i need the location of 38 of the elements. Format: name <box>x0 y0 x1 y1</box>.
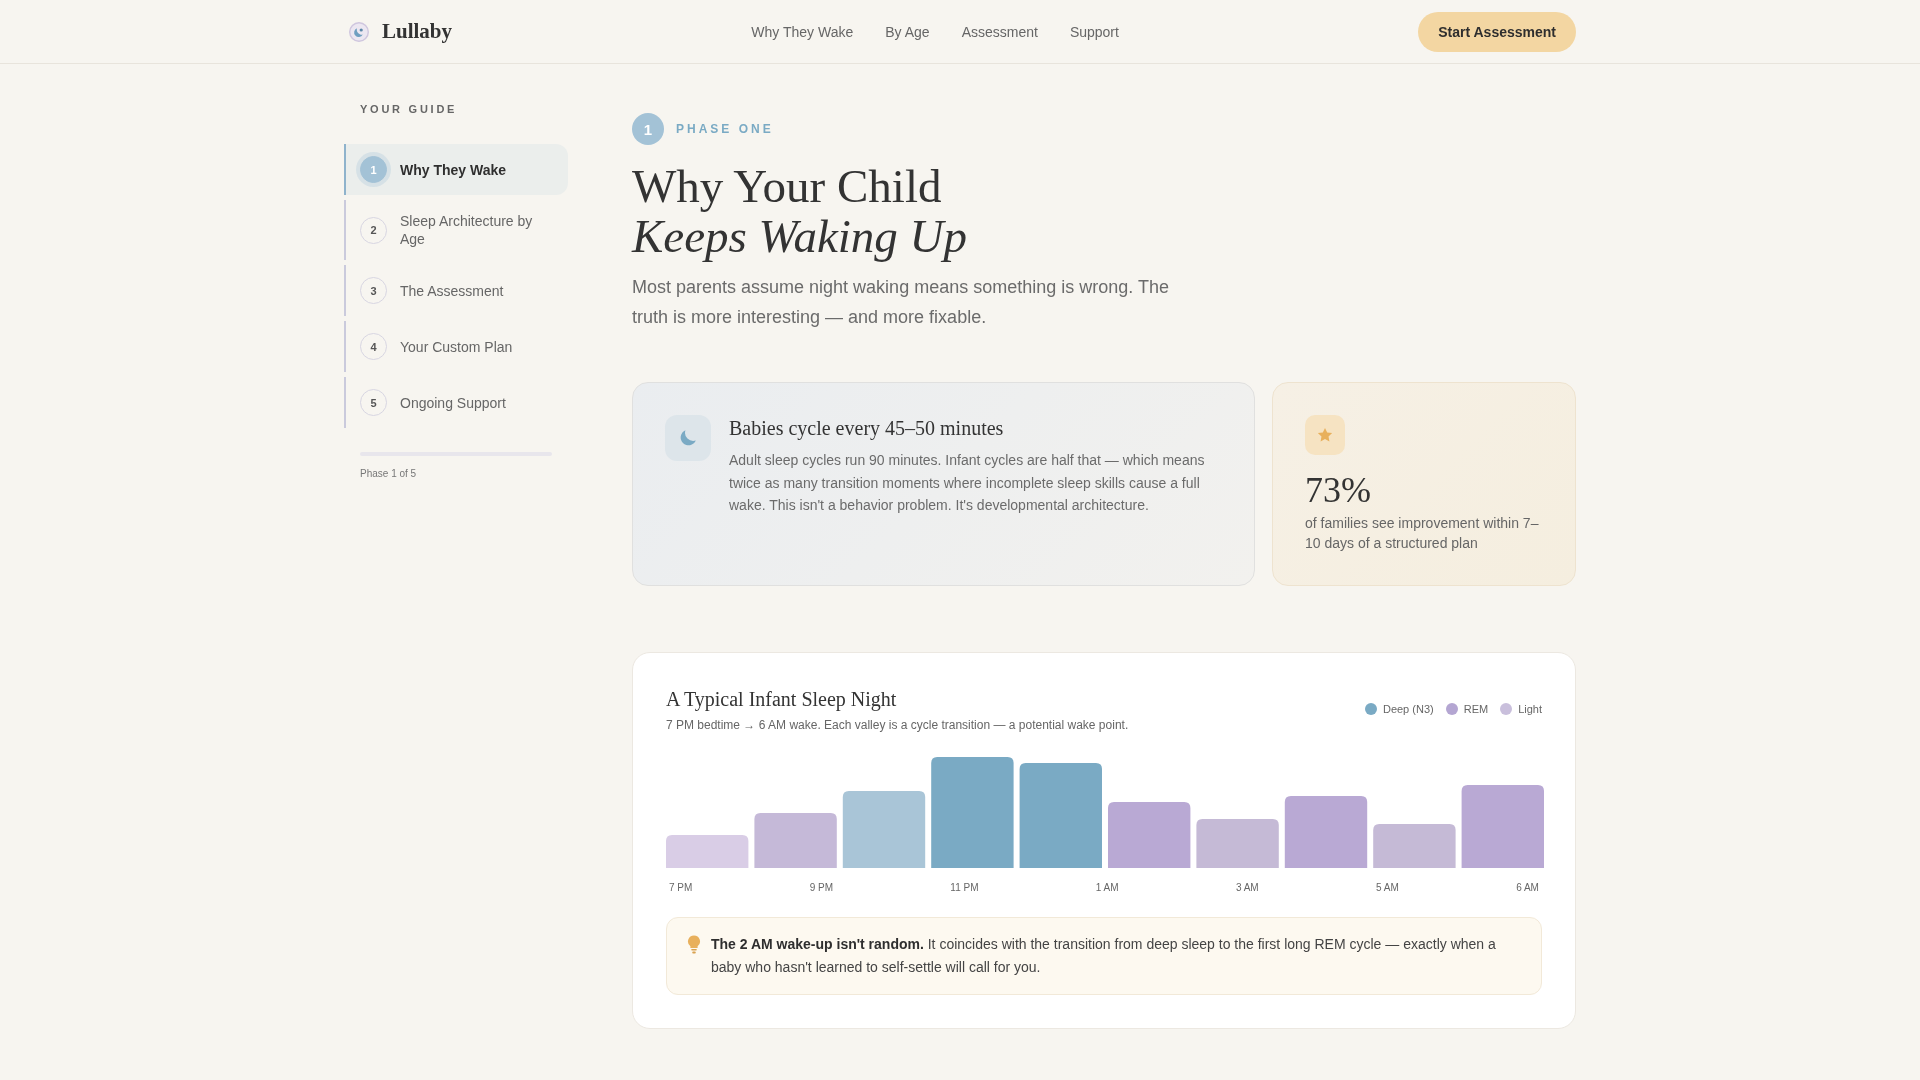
axis-label: 5 AM <box>1376 881 1399 895</box>
nav-link[interactable]: Support <box>1069 23 1119 40</box>
chart-title: A Typical Infant Sleep Night <box>666 687 898 713</box>
progress-label: Phase 1 of 5 <box>360 467 418 480</box>
sidebar-item[interactable]: 5 Ongoing Support <box>344 377 568 428</box>
sidebar-item[interactable]: 1 Why They Wake <box>344 144 568 195</box>
sidebar-heading: YOUR GUIDE <box>359 102 459 116</box>
chart-subtitle: 7 PM bedtime → 6 AM wake. Each valley is a cycle transition — a potential wake point. <box>666 717 1129 733</box>
phase-label: PHASE ONE <box>676 122 774 136</box>
sidebar-item[interactable]: 4 Your Custom Plan <box>344 321 568 372</box>
legend-label: Deep (N3) <box>1382 702 1434 716</box>
fact-title: Babies cycle every 45–50 minutes <box>729 416 1005 441</box>
brand-name[interactable]: Lullaby <box>382 19 453 44</box>
sidebar-item[interactable]: 3 The Assessment <box>344 265 568 316</box>
axis-label: 9 PM <box>809 881 833 895</box>
stat-caption: of families see improvement within 7–10 days of a structured plan <box>1305 514 1540 553</box>
legend-label: Light <box>1518 702 1542 716</box>
legend-label: REM <box>1463 702 1489 716</box>
axis-label: 7 PM <box>669 881 693 895</box>
sidebar-item[interactable]: 2 Sleep Architecture by Age <box>344 200 568 260</box>
lead-text: Most parents assume night waking means something is wrong. The truth is more interesting — and more fixable. <box>632 276 1170 329</box>
stat-value: 73% <box>1305 469 1372 512</box>
axis-label: 3 AM <box>1235 881 1259 895</box>
nav-link[interactable]: Assessment <box>961 23 1038 40</box>
axis-label: 1 AM <box>1095 881 1119 895</box>
nav-link[interactable]: By Age <box>885 23 930 40</box>
page-title: Why Your Child Keeps Waking Up <box>632 161 969 261</box>
step-number: 1 <box>360 156 387 183</box>
axis-label: 11 PM <box>950 881 979 895</box>
moon-icon <box>665 415 711 461</box>
axis-label: 6 AM <box>1516 881 1539 895</box>
nav-link[interactable]: Why They Wake <box>751 23 854 40</box>
callout-text: The 2 AM wake-up isn't random. It coincides with the transition from deep sleep to the first long REM cycle — exactly when a baby who hasn't learned to self-settle will call for you. <box>711 935 1497 977</box>
lightbulb-icon <box>687 935 701 954</box>
fact-text: Adult sleep cycles run 90 minutes. Infant cycles are half that — which means twice as many transition moments where incomplete sleep skills cause a full wake. This isn't a behavior problem. It's developmental architecture. <box>729 451 1206 515</box>
start-assessment-button[interactable]: Start Assessment <box>1418 11 1576 52</box>
phase-number: 1 <box>632 113 664 145</box>
moon-logo-icon <box>349 21 369 42</box>
